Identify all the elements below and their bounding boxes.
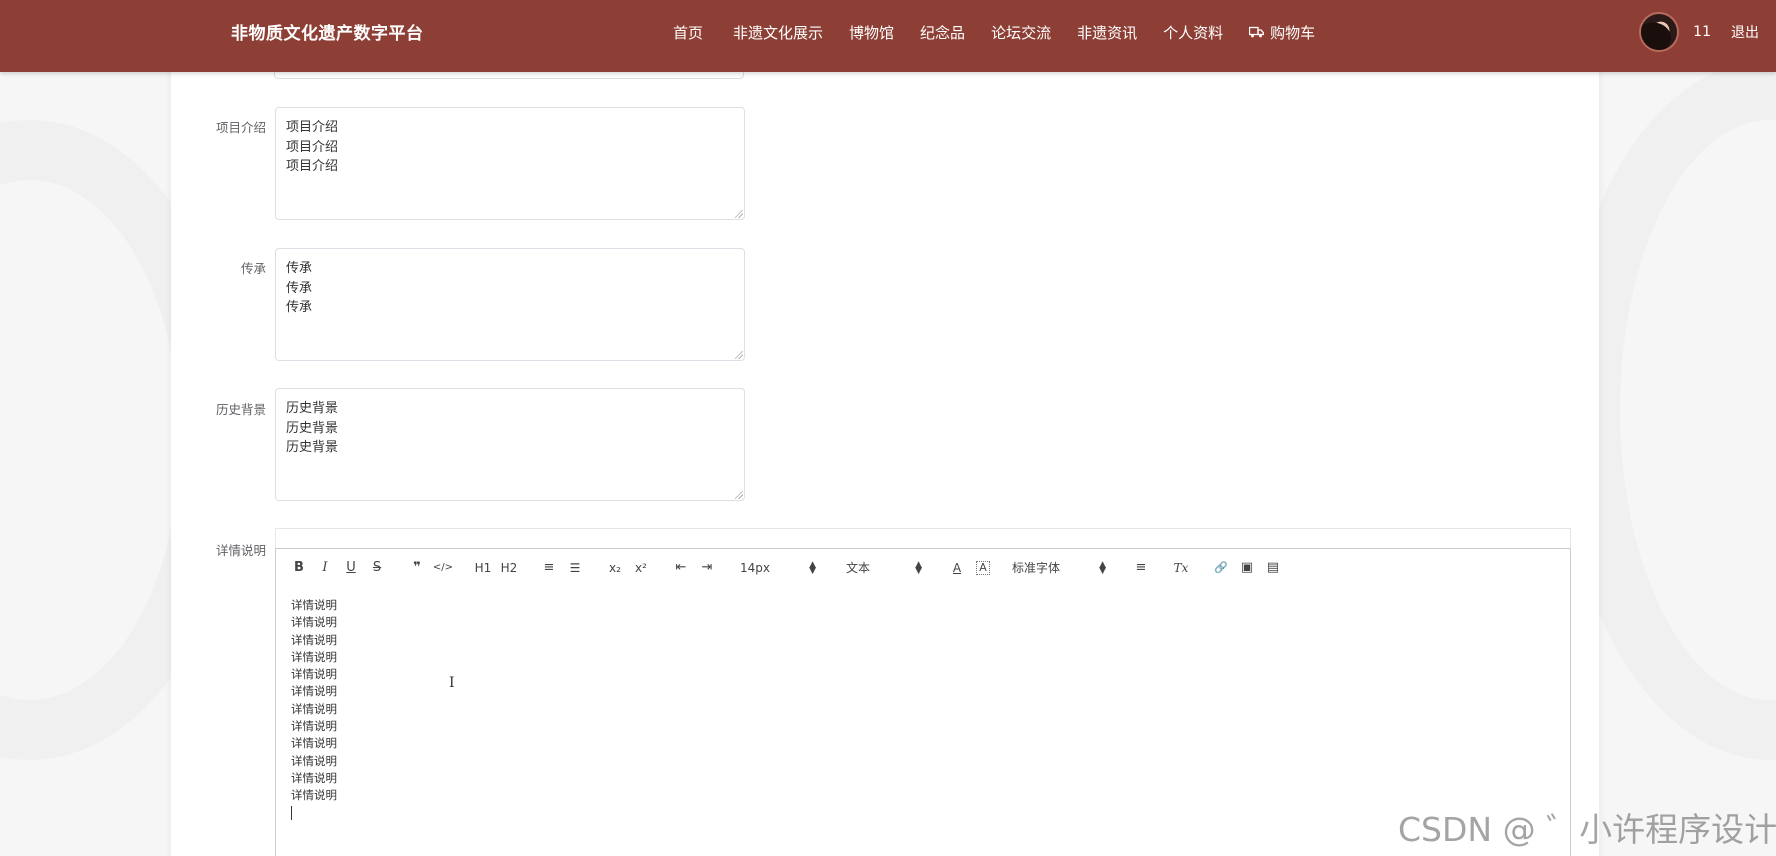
detail-line: 详情说明 bbox=[291, 753, 337, 768]
history-line: 历史背景 bbox=[286, 440, 339, 455]
detail-line: 详情说明 bbox=[291, 598, 337, 612]
detail-line: 详情说明 bbox=[291, 649, 337, 664]
font-family-select[interactable]: 标准字体 ▲ ▼ bbox=[1004, 556, 1114, 580]
detail-line: 详情说明 bbox=[291, 667, 337, 682]
inherit-line: 传承 bbox=[286, 300, 313, 315]
history-textarea[interactable]: 历史背景 历史背景 历史背景 bbox=[275, 388, 745, 501]
detail-line: 详情说明 bbox=[291, 701, 337, 716]
main-nav: 首页 非遗文化展示 博物馆 纪念品 论坛交流 非遗资讯 个人资料 购物车 bbox=[660, 0, 1328, 64]
editor-toolbar: B I U S ❞ </> H1 H2 ≡ ☰ x₂ x² ⇤ ⇥ 14px ▲… bbox=[275, 548, 1571, 587]
h1-button[interactable]: H1 bbox=[470, 556, 496, 580]
top-navbar: 非物质文化遗产数字平台 首页 非遗文化展示 博物馆 纪念品 论坛交流 非遗资讯 … bbox=[0, 0, 1776, 72]
select-arrows-icon: ▲ ▼ bbox=[809, 559, 816, 576]
code-block-button[interactable]: </> bbox=[430, 556, 456, 580]
inherit-textarea[interactable]: 传承 传承 传承 bbox=[275, 248, 745, 361]
resize-handle[interactable] bbox=[735, 491, 743, 499]
superscript-button[interactable]: x² bbox=[628, 556, 654, 580]
h2-button[interactable]: H2 bbox=[496, 556, 522, 580]
user-name[interactable]: 11 bbox=[1693, 24, 1711, 40]
link-button[interactable]: 🔗 bbox=[1208, 556, 1234, 580]
site-brand[interactable]: 非物质文化遗产数字平台 bbox=[231, 19, 424, 44]
detail-label: 详情说明 bbox=[215, 543, 266, 558]
detail-line: 详情说明 bbox=[291, 736, 337, 751]
font-size-value: 14px bbox=[740, 560, 770, 575]
bold-button[interactable]: B bbox=[286, 556, 312, 580]
nav-souvenirs[interactable]: 纪念品 bbox=[907, 0, 978, 64]
image-button[interactable]: ▣ bbox=[1234, 556, 1260, 580]
clean-format-button[interactable]: Tx bbox=[1168, 556, 1194, 580]
subscript-button[interactable]: x₂ bbox=[602, 556, 628, 580]
intro-label: 项目介绍 bbox=[215, 120, 266, 135]
indent-button[interactable]: ⇥ bbox=[694, 556, 720, 580]
nav-news[interactable]: 非遗资讯 bbox=[1064, 0, 1150, 64]
text-color-button[interactable]: A bbox=[944, 556, 970, 580]
detail-line: 详情说明 bbox=[291, 719, 337, 734]
nav-forum[interactable]: 论坛交流 bbox=[978, 0, 1064, 64]
history-line: 历史背景 bbox=[286, 420, 339, 436]
font-size-select[interactable]: 14px ▲ ▼ bbox=[732, 556, 824, 580]
nav-heritage-display[interactable]: 非遗文化展示 bbox=[720, 0, 836, 64]
text-caret bbox=[291, 805, 1555, 822]
logout-link[interactable]: 退出 bbox=[1731, 22, 1759, 42]
header-select[interactable]: 文本 ▲ ▼ bbox=[838, 556, 930, 580]
blockquote-button[interactable]: ❞ bbox=[404, 556, 430, 580]
inherit-line: 传承 bbox=[286, 261, 313, 276]
intro-line: 项目介绍 bbox=[286, 139, 339, 155]
nav-cart[interactable]: 购物车 bbox=[1236, 0, 1328, 64]
header-value: 文本 bbox=[846, 561, 871, 575]
bullet-list-button[interactable]: ☰ bbox=[562, 556, 588, 580]
avatar[interactable] bbox=[1639, 12, 1680, 52]
select-arrows-icon: ▲ ▼ bbox=[1099, 559, 1106, 576]
history-label: 历史背景 bbox=[215, 402, 266, 417]
strike-button[interactable]: S bbox=[364, 556, 390, 580]
align-button[interactable]: ≡ bbox=[1128, 556, 1154, 580]
detail-line: 详情说明 bbox=[291, 632, 337, 647]
intro-line: 项目介绍 bbox=[286, 120, 339, 135]
detail-line: 详情说明 bbox=[291, 770, 337, 785]
nav-profile[interactable]: 个人资料 bbox=[1150, 0, 1236, 64]
truck-icon bbox=[1249, 26, 1265, 38]
user-area: 11 退出 bbox=[1639, 0, 1776, 64]
intro-textarea[interactable]: 项目介绍 项目介绍 项目介绍 bbox=[275, 107, 745, 220]
inherit-line: 传承 bbox=[286, 280, 313, 296]
rich-text-editor[interactable]: 详情说明 详情说明 详情说明 详情说明 详情说明 详情说明 详情说明 详情说明 … bbox=[275, 586, 1571, 856]
inherit-label: 传承 bbox=[240, 261, 266, 276]
resize-handle[interactable] bbox=[735, 210, 743, 218]
video-button[interactable]: ▤ bbox=[1260, 556, 1286, 580]
detail-line: 详情说明 bbox=[291, 684, 337, 699]
nav-museum[interactable]: 博物馆 bbox=[836, 0, 907, 64]
italic-button[interactable]: I bbox=[312, 556, 338, 580]
watermark: CSDN @ ゛小许程序设计 bbox=[1398, 810, 1776, 849]
resize-handle[interactable] bbox=[735, 351, 743, 359]
detail-line: 详情说明 bbox=[291, 788, 337, 803]
i-beam-cursor-icon: I bbox=[449, 675, 455, 691]
outdent-button[interactable]: ⇤ bbox=[668, 556, 694, 580]
nav-cart-label: 购物车 bbox=[1270, 23, 1316, 42]
font-family-value: 标准字体 bbox=[1012, 561, 1061, 575]
ordered-list-button[interactable]: ≡ bbox=[536, 556, 562, 580]
select-arrows-icon: ▲ ▼ bbox=[915, 559, 922, 576]
history-line: 历史背景 bbox=[286, 401, 339, 416]
nav-home[interactable]: 首页 bbox=[660, 0, 720, 64]
background-color-button[interactable]: A bbox=[976, 560, 990, 575]
editor-frame-top bbox=[275, 528, 1571, 548]
underline-button[interactable]: U bbox=[338, 556, 364, 580]
intro-line: 项目介绍 bbox=[286, 159, 339, 174]
detail-line: 详情说明 bbox=[291, 615, 337, 630]
